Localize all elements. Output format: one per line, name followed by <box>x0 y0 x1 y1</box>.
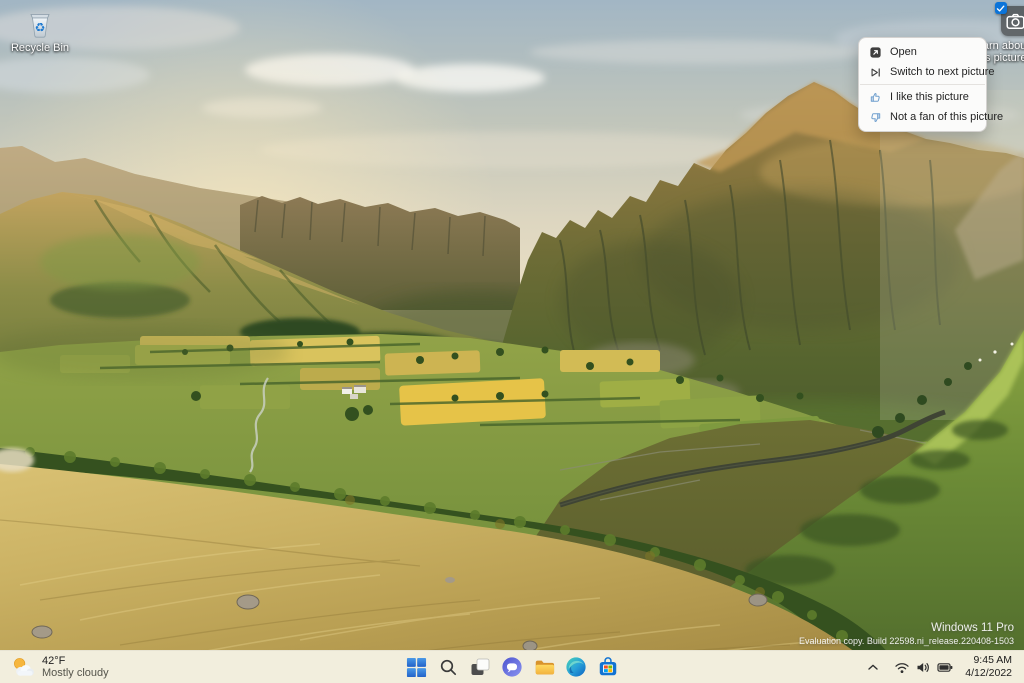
chat-button[interactable] <box>498 653 526 681</box>
menu-separator <box>860 84 985 85</box>
skip-next-icon <box>868 65 882 79</box>
thumbs-down-icon <box>868 110 882 124</box>
evaluation-watermark: Windows 11 Pro Evaluation copy. Build 22… <box>799 622 1014 647</box>
store-icon <box>597 656 619 678</box>
tray-time: 9:45 AM <box>965 654 1012 667</box>
clock[interactable]: 9:45 AM 4/12/2022 <box>965 654 1012 680</box>
taskbar-tray: 9:45 AM 4/12/2022 <box>864 651 1024 683</box>
watermark-edition: Windows 11 Pro <box>799 622 1014 635</box>
menu-item-like-picture[interactable]: I like this picture <box>859 87 986 107</box>
file-explorer-button[interactable] <box>530 653 558 681</box>
edge-button[interactable] <box>562 653 590 681</box>
store-button[interactable] <box>594 653 622 681</box>
recycle-bin-icon: ♻ <box>23 6 57 40</box>
wifi-icon <box>894 661 910 674</box>
context-menu: Open Switch to next picture I like this … <box>858 37 987 132</box>
thumbs-up-icon <box>868 90 882 104</box>
weather-condition: Mostly cloudy <box>42 667 109 679</box>
menu-item-open[interactable]: Open <box>859 42 986 62</box>
tray-date: 4/12/2022 <box>965 667 1012 680</box>
battery-icon <box>937 661 953 674</box>
chat-icon <box>501 656 523 678</box>
desktop-icon-recycle-bin[interactable]: ♻ Recycle Bin <box>4 6 76 54</box>
desktop[interactable]: ♻ Recycle Bin Learn about this picture W… <box>0 0 1024 683</box>
weather-widget[interactable]: 42°F Mostly cloudy <box>0 651 119 683</box>
windows-logo-icon <box>406 657 427 678</box>
volume-icon <box>916 661 931 674</box>
weather-icon <box>10 655 35 680</box>
watermark-build: Evaluation copy. Build 22598.ni_release.… <box>799 635 1014 647</box>
search-button[interactable] <box>434 653 462 681</box>
start-button[interactable] <box>402 653 430 681</box>
menu-item-switch-next-picture[interactable]: Switch to next picture <box>859 62 986 82</box>
recycle-bin-label: Recycle Bin <box>11 42 69 54</box>
folder-icon <box>533 656 555 678</box>
taskbar-center <box>402 651 622 683</box>
task-view-button[interactable] <box>466 653 494 681</box>
chevron-up-icon <box>867 662 879 672</box>
task-view-icon <box>470 657 490 677</box>
weather-temperature: 42°F <box>42 655 109 667</box>
quick-settings-button[interactable] <box>891 654 956 680</box>
taskbar: 42°F Mostly cloudy <box>0 650 1024 683</box>
svg-text:♻: ♻ <box>35 21 46 35</box>
selected-checkbox[interactable] <box>995 2 1007 14</box>
open-icon <box>868 45 882 59</box>
menu-item-dislike-picture[interactable]: Not a fan of this picture <box>859 107 986 127</box>
edge-icon <box>565 656 587 678</box>
tray-overflow-button[interactable] <box>864 654 882 680</box>
search-icon <box>439 658 458 677</box>
